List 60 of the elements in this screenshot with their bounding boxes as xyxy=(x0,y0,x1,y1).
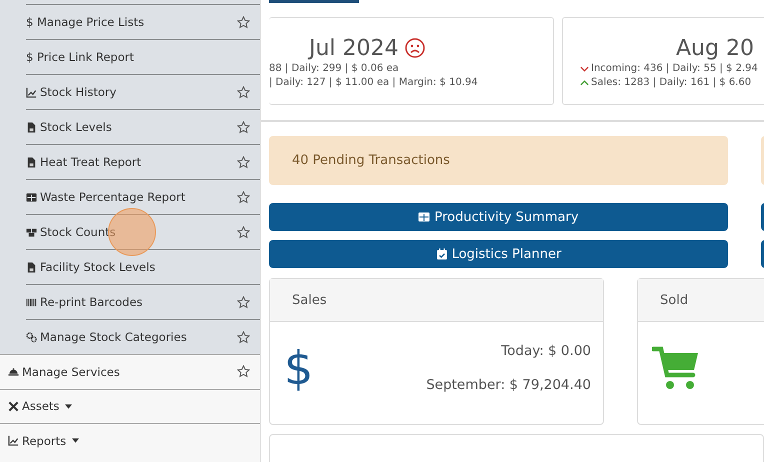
alert-text: 40 Pending Transactions xyxy=(292,153,450,168)
chart-icon xyxy=(8,435,19,446)
action-button[interactable]: Logistics Planner xyxy=(269,240,728,268)
menu-item[interactable]: Stock History xyxy=(26,74,260,109)
menu-item[interactable]: Re-print Barcodes xyxy=(26,284,260,319)
chevron-up-icon xyxy=(580,80,589,86)
menu-item[interactable]: Stock Levels xyxy=(26,109,260,144)
action-button[interactable]: Productivity Summary xyxy=(269,203,728,231)
tools-icon xyxy=(8,400,19,412)
cart-icon xyxy=(652,345,700,391)
stat-line: Today: $ 0.00 xyxy=(501,343,591,359)
star-icon[interactable] xyxy=(237,296,250,308)
menu-item-label: Assets xyxy=(22,399,60,414)
menu-item[interactable]: Facility Stock Levels xyxy=(26,249,260,284)
gears-icon xyxy=(26,332,37,342)
calendar-icon xyxy=(436,248,448,260)
star-icon[interactable] xyxy=(237,16,250,28)
stats-line: Incoming: 436 | Daily: 55 | $ 2.94 xyxy=(591,62,758,76)
table-icon xyxy=(26,192,37,202)
stats-line: Sales: 1283 | Daily: 161 | $ 6.60 xyxy=(591,76,752,90)
star-icon[interactable] xyxy=(237,365,250,378)
menu-item[interactable]: Heat Treat Report xyxy=(26,144,260,179)
chevron-down-icon xyxy=(580,66,589,72)
panel-title: Sold xyxy=(660,292,688,308)
stats-line: | Daily: 127 | $ 11.00 ea | Margin: $ 10.94 xyxy=(269,76,478,90)
menu-item[interactable]: $ Manage Price Lists xyxy=(26,4,260,39)
menu-item-label: Stock History xyxy=(40,85,116,99)
menu-item-label: Heat Treat Report xyxy=(40,155,142,169)
star-icon[interactable] xyxy=(237,330,250,344)
file-icon xyxy=(26,122,37,132)
menu-item-label: Stock Levels xyxy=(40,120,112,134)
stat-line: September: $ 79,204.40 xyxy=(426,377,591,393)
panel-title: Sales xyxy=(292,292,327,308)
star-icon[interactable] xyxy=(237,156,250,168)
menu-item-label: Waste Percentage Report xyxy=(40,190,186,204)
table-icon xyxy=(418,211,430,223)
stats-line: 88 | Daily: 299 | $ 0.06 ea xyxy=(269,62,399,76)
boxes-icon xyxy=(26,226,37,238)
menu-item-label: Reports xyxy=(22,434,66,448)
file-icon xyxy=(26,262,37,272)
menu-item[interactable]: $ Price Link Report xyxy=(26,39,260,74)
menu-item-label: Manage Services xyxy=(22,364,120,379)
menu-item-label: Re-print Barcodes xyxy=(40,295,143,309)
menu-item[interactable]: Waste Percentage Report xyxy=(26,179,260,214)
dollar-icon: $ xyxy=(284,341,314,395)
file-icon xyxy=(26,156,37,168)
star-icon[interactable] xyxy=(237,120,250,134)
month-title: Jul 2024 xyxy=(309,36,399,60)
barcode-icon xyxy=(26,296,37,308)
service-bell-icon xyxy=(8,366,19,378)
star-icon[interactable] xyxy=(237,190,250,204)
star-icon[interactable] xyxy=(237,86,250,98)
month-title: Aug 20 xyxy=(676,36,754,60)
sad-face-icon xyxy=(404,38,425,58)
star-icon[interactable] xyxy=(237,226,250,238)
menu-item-label: Facility Stock Levels xyxy=(40,260,156,274)
menu-item-label: $ Manage Price Lists xyxy=(26,15,144,29)
menu-item-label: $ Price Link Report xyxy=(26,50,134,64)
menu-item-label: Manage Stock Categories xyxy=(40,330,187,344)
chart-icon xyxy=(26,86,37,98)
